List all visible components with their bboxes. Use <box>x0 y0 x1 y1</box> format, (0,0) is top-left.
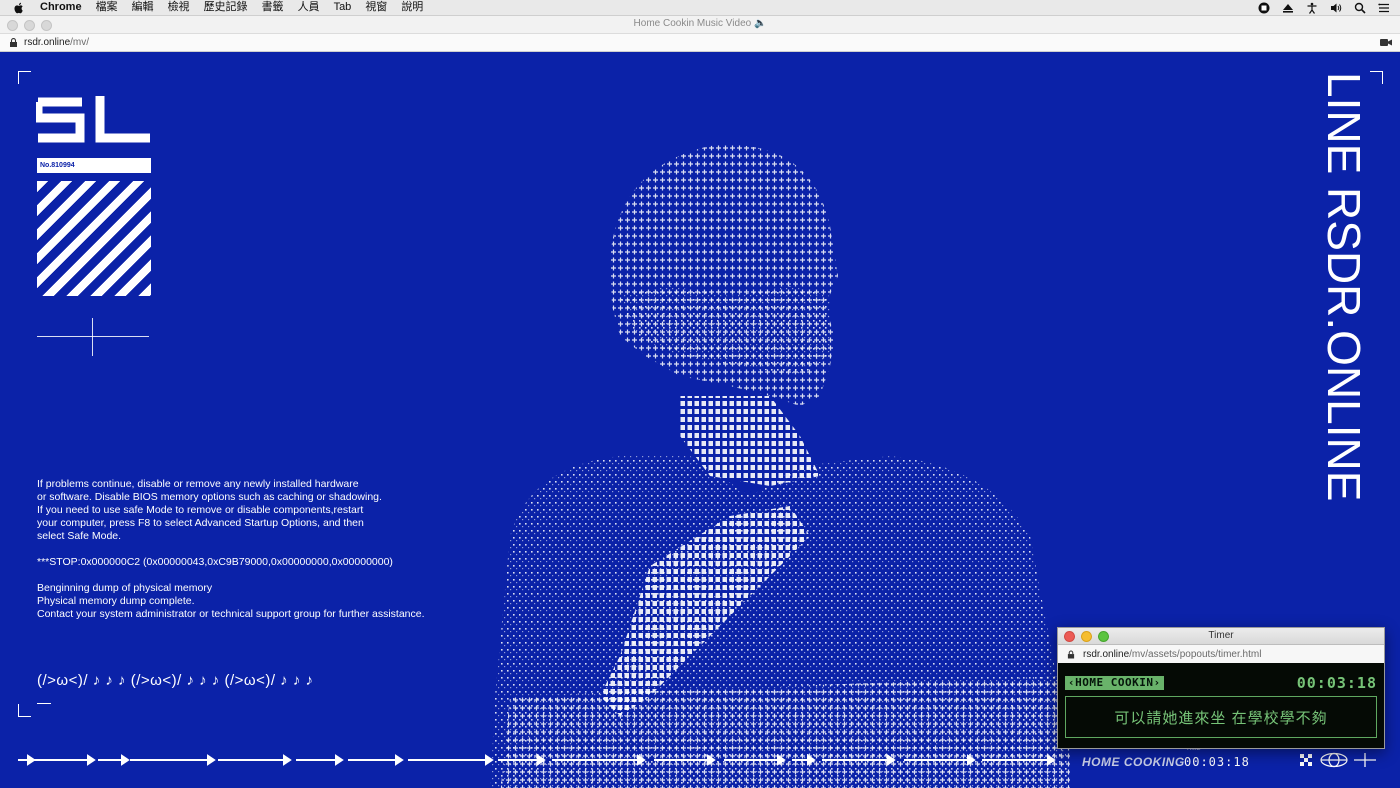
menu-window[interactable]: 視窗 <box>365 0 387 15</box>
menu-edit[interactable]: 編輯 <box>132 0 154 15</box>
checker-icon <box>1300 754 1312 766</box>
popup-timer: 00:03:18 <box>1296 674 1377 692</box>
sl-logo <box>36 96 150 143</box>
menu-bar: Chrome 檔案 編輯 檢視 歷史記錄 書籤 人員 Tab 視窗 說明 <box>0 0 1400 16</box>
list-icon[interactable] <box>1378 2 1390 14</box>
lyric-box: 可以請她進來坐 在學校學不夠 <box>1065 696 1377 738</box>
eject-icon[interactable] <box>1282 2 1294 14</box>
timer-popup-window[interactable]: Timer rsdr.online/mv/assets/popouts/time… <box>1057 627 1385 749</box>
bottom-icon-group <box>1300 752 1376 768</box>
bsod-line: or software. Disable BIOS memory options… <box>37 491 382 503</box>
popup-terminal-body: ‹HOME COOKIN› 00:03:18 可以請她進來坐 在學校學不夠 <box>1058 663 1384 748</box>
bsod-line: If problems continue, disable or remove … <box>37 478 359 490</box>
mv-page: No.810994 If problems continue, disable … <box>0 52 1400 788</box>
logo-number-badge: No.810994 <box>37 158 151 173</box>
popup-title-bar[interactable]: Timer <box>1058 628 1384 645</box>
frame-corner-bottom-left <box>18 704 31 717</box>
record-icon[interactable] <box>1258 2 1270 14</box>
popup-url[interactable]: rsdr.online/mv/assets/popouts/timer.html <box>1083 649 1261 660</box>
ascii-art-person <box>490 145 1070 788</box>
lyric-text: 可以請她進來坐 在學校學不夠 <box>1114 709 1328 727</box>
url-text[interactable]: rsdr.online/mv/ <box>24 37 89 48</box>
lock-icon[interactable] <box>9 38 18 47</box>
lock-icon <box>1067 650 1075 659</box>
url-host: rsdr.online <box>24 37 71 48</box>
menu-bookmarks[interactable]: 書籤 <box>262 0 284 15</box>
popup-address-bar[interactable]: rsdr.online/mv/assets/popouts/timer.html <box>1058 645 1384 664</box>
menu-view[interactable]: 檢視 <box>168 0 190 15</box>
globe-icon <box>1320 752 1348 768</box>
volume-icon[interactable] <box>1330 2 1342 14</box>
plus-icon <box>1354 753 1376 767</box>
popup-title: Timer <box>1208 630 1234 641</box>
underline-dash <box>37 703 51 704</box>
camera-icon[interactable] <box>1380 38 1392 47</box>
popup-url-host: rsdr.online <box>1083 649 1130 660</box>
menu-file[interactable]: 檔案 <box>96 0 118 15</box>
menu-app-name[interactable]: Chrome <box>40 0 82 15</box>
crosshair-horizontal <box>37 336 149 337</box>
diagonal-stripes-graphic <box>37 181 151 296</box>
bottom-brand-label: HOME COOKING <box>1082 755 1185 769</box>
search-icon[interactable] <box>1354 2 1366 14</box>
apple-icon[interactable] <box>12 1 26 15</box>
accessibility-icon[interactable] <box>1306 2 1318 14</box>
bsod-line: Contact your system administrator or tec… <box>37 608 425 620</box>
bsod-line: Benginning dump of physical memory <box>37 582 213 594</box>
frame-corner-top-left <box>18 71 31 84</box>
popup-url-path: /mv/assets/popouts/timer.html <box>1129 649 1262 660</box>
menu-history[interactable]: 歷史記錄 <box>204 0 248 15</box>
menu-help[interactable]: 說明 <box>401 0 423 15</box>
vertical-title-text: LINE RSDR.ONLINE <box>1320 72 1370 501</box>
address-bar[interactable]: rsdr.online/mv/ <box>0 34 1400 52</box>
crosshair-vertical <box>92 318 93 356</box>
window-title: Home Cookin Music Video 🔈 <box>633 18 767 29</box>
frame-corner-top-right <box>1370 71 1383 84</box>
vertical-site-title: LINE RSDR.ONLINE <box>1320 72 1370 501</box>
url-path: /mv/ <box>70 37 90 48</box>
bsod-line: If you need to use safe Mode to remove o… <box>37 504 364 516</box>
menu-people[interactable]: 人員 <box>298 0 320 15</box>
arrow-track <box>18 754 1056 766</box>
browser-title-bar: Home Cookin Music Video 🔈 <box>0 16 1400 34</box>
song-tag: ‹HOME COOKIN› <box>1065 676 1164 690</box>
kaomoji-line: (/>ω<)/ ♪ ♪ ♪ (/>ω<)/ ♪ ♪ ♪ (/>ω<)/ ♪ ♪ … <box>37 672 314 689</box>
bsod-line: your computer, press F8 to select Advanc… <box>37 517 364 529</box>
bsod-line: select Safe Mode. <box>37 530 122 542</box>
bsod-stop-code: ***STOP:0x000000C2 (0x00000043,0xC9B7900… <box>37 556 393 568</box>
bottom-timer: 00:03:18 <box>1184 755 1250 769</box>
bsod-line: Physical memory dump complete. <box>37 595 195 607</box>
bsod-text-block: If problems continue, disable or remove … <box>37 478 425 621</box>
menu-tab[interactable]: Tab <box>334 0 352 15</box>
